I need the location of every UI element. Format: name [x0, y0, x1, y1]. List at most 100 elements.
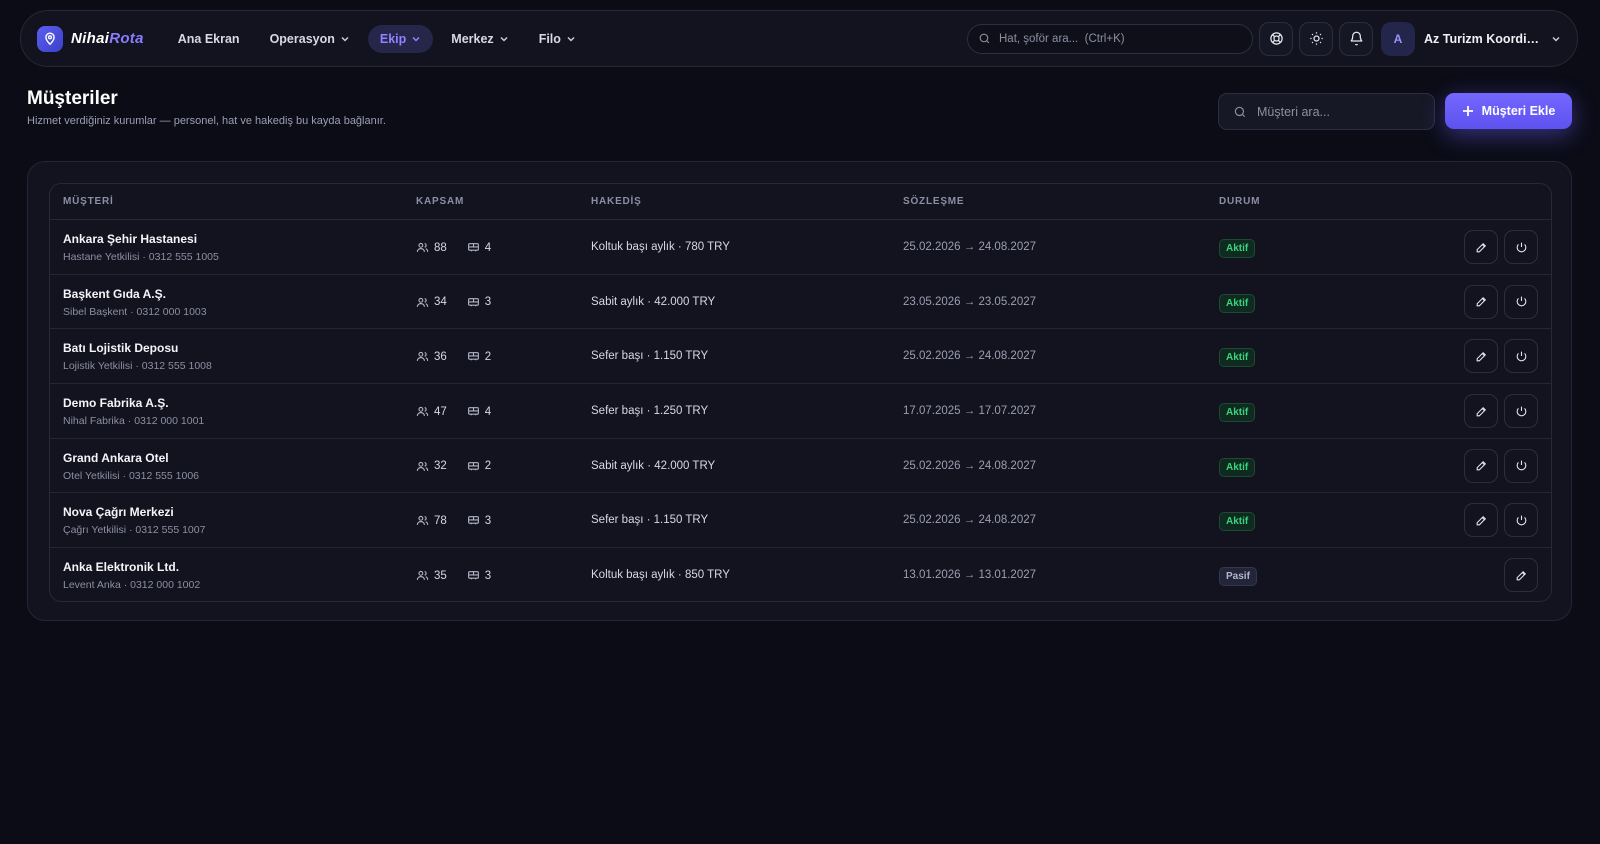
customer-contract: 25.02.2026 → 24.08.2027 [903, 350, 1037, 363]
customer-payment: Sefer başı · 1.150 TRY [591, 350, 709, 363]
table-row[interactable]: Başkent Gıda A.Ş. Sibel Başkent · 0312 0… [50, 275, 1551, 330]
line-count: 4 [484, 405, 492, 418]
customer-contract: 25.02.2026 → 24.08.2027 [903, 514, 1037, 527]
personnel-count: 88 [434, 241, 447, 254]
power-icon [1516, 406, 1526, 416]
customer-name: Grand Ankara Otel [63, 450, 169, 465]
chevron-down-icon [1552, 36, 1560, 42]
customer-name: Batı Lojistik Deposu [63, 341, 179, 356]
customer-contract: 17.07.2025 → 17.07.2027 [903, 405, 1037, 418]
deactivate-button[interactable] [1504, 503, 1538, 538]
personnel-count: 32 [434, 460, 447, 473]
customer-contract: 23.05.2026 → 23.05.2027 [903, 295, 1037, 308]
customer-name: Demo Fabrika A.Ş. [63, 396, 169, 411]
brand-name: NihaiRota [71, 30, 144, 47]
chevron-down-icon [567, 36, 575, 42]
brand-logo[interactable]: NihaiRota [37, 25, 144, 52]
header-customer: MÜŞTERİ [63, 196, 114, 207]
status-badge: Aktif [1219, 348, 1256, 368]
users-icon [416, 406, 429, 416]
nav-item-filo[interactable]: Filo [527, 25, 588, 53]
route-pin-icon [37, 25, 63, 52]
deactivate-button[interactable] [1504, 284, 1538, 319]
global-search [967, 23, 1253, 54]
line-count: 3 [484, 514, 492, 527]
status-badge: Pasif [1219, 567, 1257, 587]
edit-button[interactable] [1464, 230, 1498, 264]
user-name: Az Turizm Koordinatörlüğü [1424, 31, 1542, 46]
status-badge: Aktif [1219, 512, 1256, 532]
header-payment: HAKEDİŞ [591, 196, 642, 207]
nav-item-operasyon[interactable]: Operasyon [258, 25, 362, 53]
deactivate-button[interactable] [1504, 394, 1538, 429]
customer-name: Anka Elektronik Ltd. [63, 560, 180, 575]
customer-scope: 32 2 [416, 460, 491, 473]
nav-item-ekip[interactable]: Ekip [367, 24, 434, 53]
add-customer-button[interactable]: Müşteri Ekle [1445, 93, 1572, 129]
search-icon [1234, 106, 1246, 117]
header-status: DURUM [1219, 196, 1261, 207]
line-count: 2 [484, 350, 492, 363]
chevron-down-icon [412, 36, 420, 42]
customer-scope: 34 3 [416, 296, 491, 309]
edit-button[interactable] [1504, 558, 1538, 593]
users-icon [416, 461, 429, 471]
customer-name: Ankara Şehir Hastanesi [63, 232, 198, 246]
users-icon [416, 516, 429, 526]
nav-item-ana-ekran[interactable]: Ana Ekran [166, 25, 252, 53]
user-menu[interactable]: A Az Turizm Koordinatörlüğü [1381, 21, 1561, 56]
bus-icon [467, 297, 479, 306]
personnel-count: 35 [434, 569, 447, 582]
table-row[interactable]: Grand Ankara Otel Otel Yetkilisi · 0312 … [50, 439, 1551, 494]
edit-button[interactable] [1464, 503, 1498, 538]
customer-search-input[interactable] [1257, 104, 1417, 119]
status-badge: Aktif [1219, 457, 1256, 477]
edit-button[interactable] [1464, 284, 1498, 319]
table-row[interactable]: Batı Lojistik Deposu Lojistik Yetkilisi … [50, 329, 1551, 385]
customer-name: Nova Çağrı Merkezi [63, 505, 174, 520]
nav-item-merkez[interactable]: Merkez [439, 25, 520, 53]
edit-icon [1476, 515, 1486, 526]
line-count: 4 [484, 241, 492, 254]
table-row[interactable]: Demo Fabrika A.Ş. Nihal Fabrika · 0312 0… [50, 384, 1551, 439]
customer-payment: Sefer başı · 1.250 TRY [591, 405, 709, 418]
customer-contact: Nihal Fabrika · 0312 000 1001 [63, 415, 205, 428]
users-icon [416, 242, 429, 252]
edit-button[interactable] [1464, 394, 1498, 429]
line-count: 2 [484, 460, 492, 473]
header-contract: SÖZLEŞME [903, 196, 965, 207]
notifications-button[interactable] [1339, 21, 1373, 56]
customer-contract: 25.02.2026 → 24.08.2027 [903, 459, 1037, 472]
edit-button[interactable] [1464, 448, 1498, 483]
deactivate-button[interactable] [1504, 448, 1538, 483]
table-row[interactable]: Ankara Şehir Hastanesi Hastane Yetkilisi… [50, 220, 1551, 275]
customer-contact: Hastane Yetkilisi · 0312 555 1005 [63, 251, 219, 263]
global-search-input[interactable] [999, 32, 1229, 45]
line-count: 3 [484, 296, 492, 309]
power-icon [1516, 242, 1526, 252]
deactivate-button[interactable] [1504, 230, 1538, 264]
bus-icon [467, 243, 479, 252]
customer-payment: Sabit aylık · 42.000 TRY [591, 295, 716, 308]
theme-toggle-button[interactable] [1299, 21, 1333, 56]
bus-icon [467, 352, 479, 361]
power-icon [1516, 296, 1526, 307]
edit-icon [1476, 242, 1486, 252]
personnel-count: 34 [434, 296, 447, 309]
customer-contact: Sibel Başkent · 0312 000 1003 [63, 305, 207, 318]
chevron-down-icon [341, 36, 349, 42]
users-icon [416, 352, 429, 362]
edit-button[interactable] [1464, 339, 1498, 374]
top-navbar: NihaiRota Ana Ekran Operasyon Ekip Merke… [20, 10, 1578, 67]
support-button[interactable] [1259, 21, 1293, 56]
customer-payment: Sefer başı · 1.150 TRY [591, 514, 709, 527]
table-row[interactable]: Anka Elektronik Ltd. Levent Anka · 0312 … [50, 548, 1551, 601]
bus-icon [467, 571, 479, 580]
table-header: MÜŞTERİ KAPSAM HAKEDİŞ SÖZLEŞME DURUM [50, 184, 1551, 220]
customer-contract: 13.01.2026 → 13.01.2027 [903, 569, 1037, 582]
customer-payment: Koltuk başı aylık · 850 TRY [591, 569, 730, 582]
customer-scope: 78 3 [416, 514, 491, 527]
customer-scope: 35 3 [416, 569, 491, 582]
deactivate-button[interactable] [1504, 339, 1538, 374]
table-row[interactable]: Nova Çağrı Merkezi Çağrı Yetkilisi · 031… [50, 493, 1551, 549]
